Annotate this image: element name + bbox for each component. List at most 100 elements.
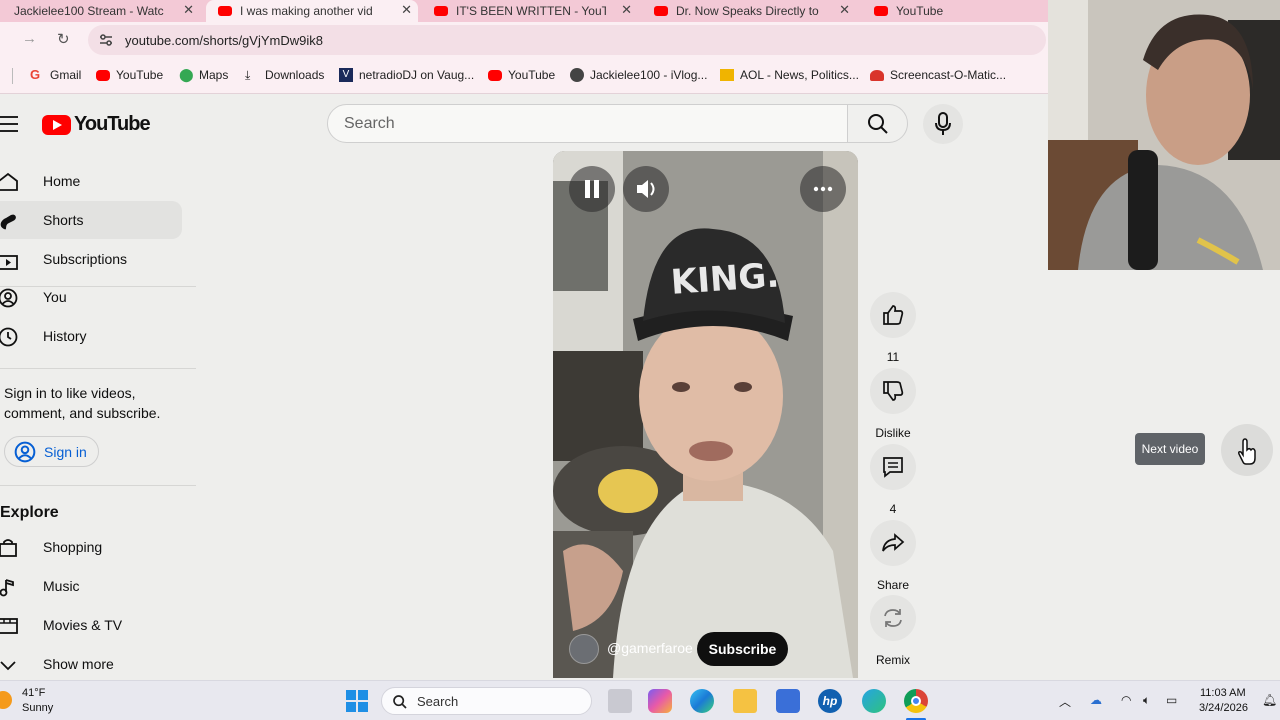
onedrive-icon[interactable]: ☁ bbox=[1090, 693, 1102, 707]
browser-tab[interactable]: Jackielee100 Stream - Watch ✕ bbox=[0, 0, 200, 22]
chevron-down-icon bbox=[0, 661, 16, 671]
sidebar-item-history[interactable]: History bbox=[0, 317, 182, 355]
sidebar-item-music[interactable]: Music bbox=[0, 567, 182, 605]
search-placeholder: Search bbox=[344, 115, 395, 132]
app-icon[interactable] bbox=[862, 689, 886, 713]
microphone-icon bbox=[935, 112, 951, 135]
download-icon: ⤓ bbox=[245, 68, 251, 82]
clock-time[interactable]: 11:03 AM bbox=[1200, 687, 1246, 699]
browser-tab[interactable]: IT'S BEEN WRITTEN - YouTube ✕ bbox=[426, 0, 638, 22]
bookmark-netradiodj[interactable]: V netradioDJ on Vaug... bbox=[339, 68, 474, 82]
close-icon[interactable]: ✕ bbox=[401, 2, 412, 18]
file-explorer-icon[interactable] bbox=[733, 689, 757, 713]
taskbar-search[interactable]: Search bbox=[381, 687, 592, 715]
share-button[interactable] bbox=[870, 520, 916, 566]
like-action[interactable]: 11 bbox=[870, 292, 916, 364]
like-button[interactable] bbox=[870, 292, 916, 338]
notification-bell-icon[interactable]: 🔔︎ bbox=[1262, 693, 1277, 707]
youtube-favicon-icon bbox=[654, 6, 668, 16]
browser-tab[interactable]: YouTube bbox=[866, 0, 1046, 22]
dislike-action[interactable]: Dislike bbox=[870, 368, 916, 440]
netradiodj-icon: V bbox=[339, 68, 353, 82]
bookmark-screencast[interactable]: Screencast-O-Matic... bbox=[870, 68, 1006, 82]
forward-icon[interactable]: → bbox=[22, 30, 37, 47]
sidebar-item-show-more[interactable]: Show more bbox=[0, 645, 182, 683]
sidebar-item-movies[interactable]: Movies & TV bbox=[0, 606, 182, 644]
pause-button[interactable] bbox=[569, 166, 615, 212]
voice-search-button[interactable] bbox=[923, 104, 963, 144]
bookmark-youtube[interactable]: YouTube bbox=[96, 68, 163, 82]
remix-icon bbox=[884, 609, 902, 627]
hp-icon[interactable]: hp bbox=[818, 689, 842, 713]
youtube-favicon-icon bbox=[874, 6, 888, 16]
close-icon[interactable]: ✕ bbox=[621, 2, 632, 18]
bookmark-maps[interactable]: ⬤ Maps bbox=[179, 67, 228, 83]
sidebar-item-shorts[interactable]: Shorts bbox=[0, 201, 182, 239]
site-settings-icon[interactable] bbox=[98, 32, 114, 48]
close-icon[interactable]: ✕ bbox=[839, 2, 850, 18]
remix-action[interactable]: Remix bbox=[870, 595, 916, 667]
edge-icon[interactable] bbox=[690, 689, 714, 713]
channel-avatar[interactable] bbox=[569, 634, 599, 664]
signin-prompt: Sign in to like videos, comment, and sub… bbox=[4, 385, 161, 421]
bookmark-youtube-2[interactable]: YouTube bbox=[488, 68, 555, 82]
search-button[interactable] bbox=[847, 104, 908, 143]
menu-icon[interactable] bbox=[0, 116, 18, 132]
shorts-video-player[interactable]: KING. @gamerfaroe Subscribe bbox=[553, 151, 858, 678]
subscribe-button[interactable]: Subscribe bbox=[697, 632, 788, 666]
sidebar-item-label: History bbox=[43, 328, 87, 344]
volume-button[interactable] bbox=[623, 166, 669, 212]
windows-start-icon[interactable] bbox=[345, 689, 369, 713]
chevron-up-icon[interactable]: ︿ bbox=[1059, 693, 1071, 710]
browser-tab[interactable]: Dr. Now Speaks Directly to ✕ bbox=[646, 0, 856, 22]
clock-date[interactable]: 3/24/2026 bbox=[1199, 702, 1248, 714]
channel-name[interactable]: @gamerfaroe bbox=[607, 640, 693, 656]
bookmark-aol[interactable]: AOL - News, Politics... bbox=[720, 68, 859, 82]
tab-title: I was making another vid bbox=[240, 4, 373, 18]
more-options-button[interactable] bbox=[800, 166, 846, 212]
search-input[interactable]: Search bbox=[327, 104, 848, 143]
youtube-favicon-icon bbox=[218, 6, 232, 16]
bookmark-jackielee[interactable]: Jackielee100 - iVlog... bbox=[570, 68, 707, 82]
taskbar: 41°F Sunny Search hp ︿ ☁ ◠ 🔈︎ ▭ 11:03 AM… bbox=[0, 680, 1280, 720]
chrome-icon[interactable] bbox=[904, 689, 928, 713]
youtube-logo[interactable]: YouTube bbox=[42, 113, 151, 136]
dislike-label: Dislike bbox=[875, 426, 911, 440]
sun-icon[interactable] bbox=[0, 691, 12, 709]
task-view-icon[interactable] bbox=[608, 689, 632, 713]
browser-tab-active[interactable]: I was making another vid ✕ bbox=[206, 0, 418, 22]
maps-pin-icon: ⬤ bbox=[179, 67, 194, 82]
bookmarks-bar: G Gmail YouTube ⬤ Maps ⤓ Downloads V net… bbox=[0, 58, 1048, 94]
sidebar-item-home[interactable]: Home bbox=[0, 162, 182, 200]
divider bbox=[0, 485, 196, 486]
bookmark-gmail[interactable]: G Gmail bbox=[30, 68, 81, 83]
taskbar-search-label: Search bbox=[417, 694, 459, 709]
store-icon[interactable] bbox=[776, 689, 800, 713]
hand-cursor-icon bbox=[1238, 438, 1256, 465]
sidebar-item-label: Subscriptions bbox=[43, 251, 128, 267]
weather-condition[interactable]: Sunny bbox=[22, 702, 53, 714]
weather-temperature[interactable]: 41°F bbox=[22, 687, 45, 699]
battery-icon[interactable]: ▭ bbox=[1166, 693, 1177, 707]
close-icon[interactable]: ✕ bbox=[183, 2, 194, 18]
comments-action[interactable]: 4 bbox=[870, 444, 916, 516]
dislike-button[interactable] bbox=[870, 368, 916, 414]
sign-in-button[interactable]: Sign in bbox=[4, 436, 99, 467]
share-action[interactable]: Share bbox=[870, 520, 916, 592]
sidebar-item-you[interactable]: You bbox=[0, 278, 182, 316]
logo-text: YouTube bbox=[74, 113, 151, 135]
remix-button[interactable] bbox=[870, 595, 916, 641]
remix-label: Remix bbox=[875, 653, 910, 667]
comments-button[interactable] bbox=[870, 444, 916, 490]
bookmark-downloads[interactable]: ⤓ Downloads bbox=[245, 68, 324, 82]
sidebar-item-shopping[interactable]: Shopping bbox=[0, 528, 182, 566]
browser-toolbar: → ↻ youtube.com/shorts/gVjYmDw9ik8 bbox=[0, 22, 1048, 58]
next-video-button[interactable] bbox=[1221, 424, 1273, 476]
ivlog-icon bbox=[570, 68, 584, 82]
speaker-icon[interactable]: 🔈︎ bbox=[1143, 693, 1150, 708]
copilot-icon[interactable] bbox=[648, 689, 672, 713]
reload-icon[interactable]: ↻ bbox=[57, 30, 70, 48]
sidebar-item-subscriptions[interactable]: Subscriptions bbox=[0, 240, 182, 278]
wifi-icon[interactable]: ◠ bbox=[1121, 693, 1131, 707]
address-bar[interactable]: youtube.com/shorts/gVjYmDw9ik8 bbox=[88, 25, 1046, 55]
